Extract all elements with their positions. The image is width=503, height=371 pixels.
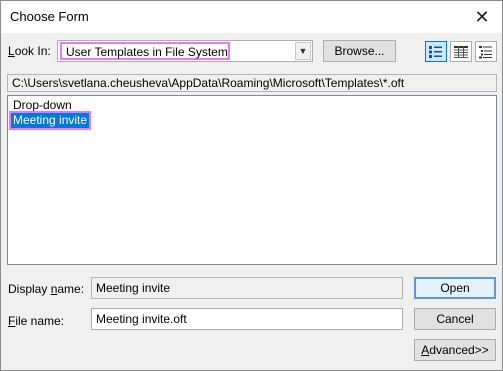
list-item-selected[interactable]: Meeting invite — [8, 111, 92, 130]
large-icons-view-icon — [429, 45, 442, 58]
advanced-button[interactable]: Advanced>> — [414, 339, 496, 361]
browse-button[interactable]: Browse... — [323, 40, 396, 62]
close-button[interactable]: ✕ — [462, 1, 502, 33]
close-icon: ✕ — [474, 6, 490, 27]
title-bar: Choose Form ✕ — [1, 1, 502, 33]
small-icons-view-icon — [454, 45, 468, 58]
form-list[interactable]: Drop-down Meeting invite — [7, 95, 497, 265]
details-view-icon — [479, 45, 492, 58]
dialog-title: Choose Form — [10, 9, 89, 24]
small-icons-view-button[interactable] — [450, 41, 472, 62]
chevron-down-icon[interactable]: ▼ — [295, 42, 311, 60]
path-bar: C:\Users\svetlana.cheusheva\AppData\Roam… — [7, 74, 497, 92]
look-in-value: User Templates in File System — [60, 42, 230, 60]
display-name-field: Meeting invite — [91, 277, 403, 299]
list-item[interactable]: Drop-down — [11, 98, 74, 113]
look-in-label: Look In: — [8, 44, 51, 58]
large-icons-view-button[interactable] — [425, 41, 447, 62]
details-view-button[interactable] — [475, 41, 497, 62]
file-name-label: File name: — [8, 314, 65, 328]
cancel-button[interactable]: Cancel — [414, 308, 496, 330]
choose-form-dialog: Choose Form ✕ Look In: User Templates in… — [0, 0, 503, 371]
look-in-dropdown[interactable]: User Templates in File System ▼ — [57, 40, 313, 62]
open-button[interactable]: Open — [414, 277, 496, 299]
display-name-label: Display name: — [8, 282, 85, 296]
file-name-input[interactable]: Meeting invite.oft — [91, 308, 403, 330]
